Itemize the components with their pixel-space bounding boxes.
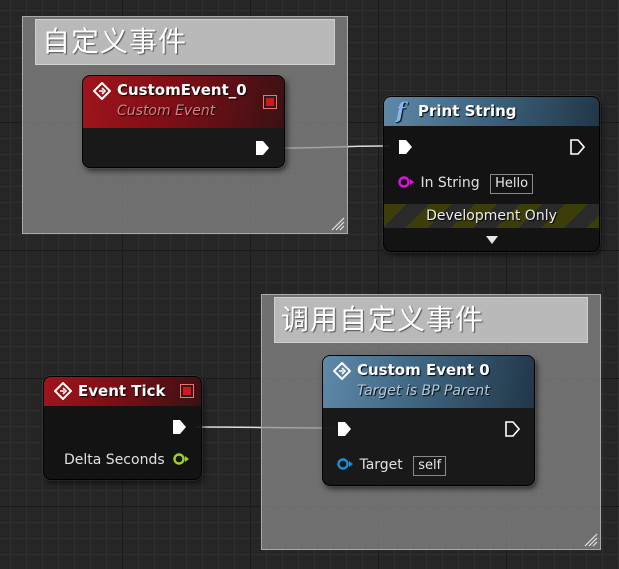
- string-pin-icon[interactable]: [398, 176, 416, 188]
- node-title: CustomEvent_0: [117, 81, 247, 99]
- node-header[interactable]: CustomEvent_0 Custom Event: [83, 76, 284, 128]
- call-custom-event-node[interactable]: Custom Event 0 Target is BP Parent Targe…: [322, 355, 535, 486]
- node-subtitle: Custom Event: [117, 103, 216, 119]
- node-subtitle: Target is BP Parent: [357, 383, 490, 399]
- exec-out-pin-icon[interactable]: [171, 419, 187, 435]
- delegate-pin-icon[interactable]: [263, 95, 277, 109]
- float-pin-icon[interactable]: [172, 453, 192, 465]
- expand-arrow-icon[interactable]: [485, 235, 499, 245]
- event-tick-node[interactable]: Event Tick Delta Seconds: [43, 376, 202, 480]
- comment-title[interactable]: 自定义事件: [35, 19, 335, 65]
- resize-grip-icon[interactable]: [580, 529, 598, 547]
- pin-label: Delta Seconds: [64, 452, 165, 468]
- pin-label: Target: [359, 457, 403, 473]
- exec-out-pin-icon[interactable]: [569, 139, 585, 155]
- node-header[interactable]: f Print String: [384, 97, 599, 126]
- exec-out-pin-icon[interactable]: [254, 140, 270, 156]
- node-title: Custom Event 0: [357, 361, 490, 379]
- event-diamond-icon: [54, 382, 72, 400]
- in-string-pin-row[interactable]: In String Hello: [398, 174, 534, 194]
- in-string-value-field[interactable]: Hello: [490, 174, 534, 194]
- object-pin-icon[interactable]: [337, 458, 355, 470]
- target-value-field[interactable]: self: [413, 456, 447, 476]
- print-string-node[interactable]: f Print String In String Hello Developme…: [383, 96, 600, 252]
- exec-in-pin-icon[interactable]: [336, 421, 352, 437]
- resize-grip-icon[interactable]: [327, 213, 345, 231]
- pin-label: In String: [420, 175, 480, 191]
- exec-in-pin-icon[interactable]: [397, 139, 413, 155]
- node-title: Print String: [418, 102, 517, 120]
- delta-seconds-pin-row[interactable]: Delta Seconds: [64, 452, 192, 468]
- node-title: Event Tick: [78, 382, 166, 400]
- node-header[interactable]: Custom Event 0 Target is BP Parent: [323, 356, 534, 408]
- function-icon: f: [396, 98, 406, 123]
- comment-title[interactable]: 调用自定义事件: [274, 297, 588, 343]
- custom-event-node[interactable]: CustomEvent_0 Custom Event: [82, 75, 285, 168]
- event-diamond-icon: [93, 82, 111, 100]
- exec-out-pin-icon[interactable]: [504, 421, 520, 437]
- development-only-banner: Development Only: [384, 204, 599, 228]
- node-header[interactable]: Event Tick: [44, 377, 201, 406]
- event-diamond-icon: [333, 362, 351, 380]
- delegate-pin-icon[interactable]: [180, 384, 194, 398]
- target-pin-row[interactable]: Target self: [337, 456, 447, 476]
